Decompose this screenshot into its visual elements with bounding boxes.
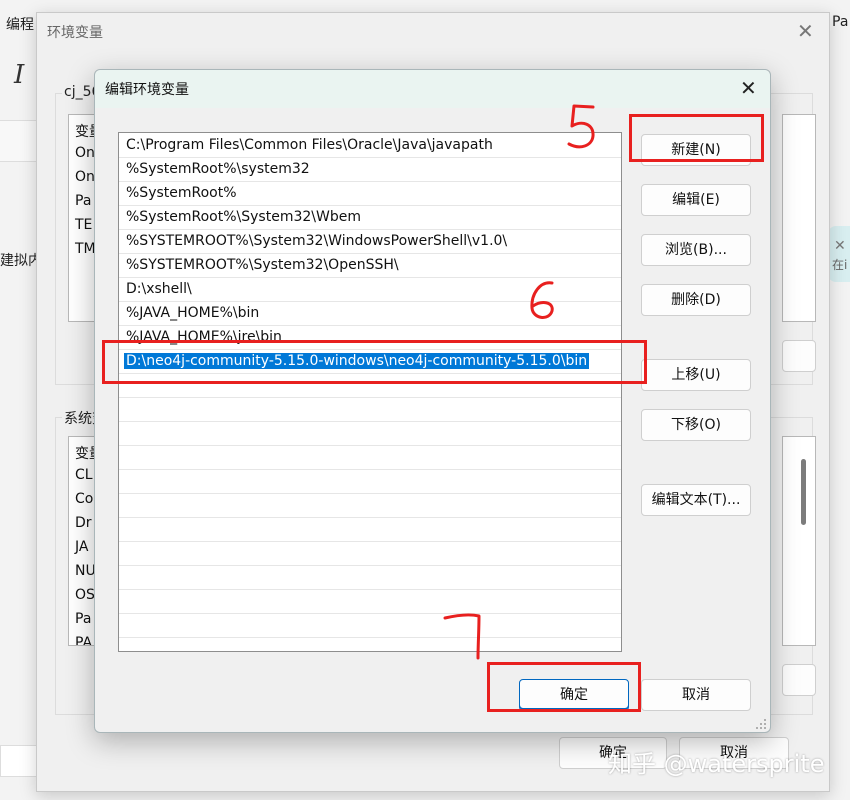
path-text: %SystemRoot%\system32 — [126, 161, 310, 177]
highlight-new-path — [102, 340, 647, 384]
background-field — [0, 745, 38, 777]
close-icon: ✕ — [834, 238, 846, 254]
delete-button[interactable]: 删除(D) — [641, 284, 751, 316]
path-row[interactable]: %SYSTEMROOT%\System32\WindowsPowerShell\… — [119, 230, 621, 254]
path-row[interactable] — [119, 566, 621, 590]
list-scroll-area[interactable] — [782, 436, 816, 646]
path-row[interactable] — [119, 518, 621, 542]
path-row[interactable] — [119, 398, 621, 422]
list-scroll-area[interactable] — [782, 114, 816, 322]
path-row[interactable]: %SystemRoot% — [119, 182, 621, 206]
list-item[interactable]: TE — [75, 217, 92, 233]
window-title: 环境变量 — [47, 25, 103, 41]
notification-text: 在i — [832, 258, 848, 272]
list-item[interactable]: Co — [75, 491, 93, 507]
list-item[interactable]: PA — [75, 635, 92, 645]
path-row[interactable] — [119, 422, 621, 446]
background-right-text: Pa — [832, 14, 849, 30]
list-item[interactable]: Pa — [75, 193, 91, 209]
list-item[interactable]: OS — [75, 587, 95, 603]
browse-button[interactable]: 浏览(B)... — [641, 234, 751, 266]
path-row[interactable] — [119, 614, 621, 638]
resize-grip-icon[interactable] — [755, 718, 767, 730]
path-text: %SYSTEMROOT%\System32\WindowsPowerShell\… — [126, 233, 508, 249]
list-item[interactable]: Pa — [75, 611, 91, 627]
move-down-button[interactable]: 下移(O) — [641, 409, 751, 441]
move-up-button[interactable]: 上移(U) — [641, 359, 751, 391]
cancel-button[interactable]: 取消 — [641, 679, 751, 711]
path-text: C:\Program Files\Common Files\Oracle\Jav… — [126, 137, 493, 153]
list-item[interactable]: On — [75, 145, 95, 161]
path-text: %JAVA_HOME%\bin — [126, 305, 260, 321]
edit-environment-variable-dialog: 编辑环境变量 ✕ C:\Program Files\Common Files\O… — [94, 69, 771, 733]
path-row[interactable] — [119, 494, 621, 518]
path-row[interactable] — [119, 542, 621, 566]
text-cursor-icon: I — [14, 60, 25, 90]
list-item[interactable]: Dr — [75, 515, 92, 531]
user-action-button[interactable] — [782, 340, 816, 372]
path-text: %SYSTEMROOT%\System32\OpenSSH\ — [126, 257, 399, 273]
edit-text-button[interactable]: 编辑文本(T)... — [641, 484, 751, 516]
path-row[interactable] — [119, 590, 621, 614]
highlight-ok-button — [487, 662, 641, 712]
list-item[interactable]: NU — [75, 563, 96, 579]
highlight-new-button — [629, 114, 764, 162]
watermark: 知乎 @watersprite — [608, 750, 825, 778]
path-row[interactable]: %SystemRoot%\system32 — [119, 158, 621, 182]
list-item[interactable]: TM — [75, 241, 96, 257]
path-row[interactable]: C:\Program Files\Common Files\Oracle\Jav… — [119, 134, 621, 158]
close-icon[interactable]: ✕ — [740, 76, 757, 100]
path-row[interactable]: %SystemRoot%\System32\Wbem — [119, 206, 621, 230]
path-text: %SystemRoot% — [126, 185, 237, 201]
scrollbar-thumb[interactable] — [801, 459, 806, 525]
list-item[interactable]: JA — [75, 539, 88, 555]
edit-button[interactable]: 编辑(E) — [641, 184, 751, 216]
path-row[interactable]: %SYSTEMROOT%\System32\OpenSSH\ — [119, 254, 621, 278]
dialog-title: 编辑环境变量 — [105, 82, 189, 98]
annotation-step-6 — [530, 281, 554, 319]
system-action-button[interactable] — [782, 664, 816, 696]
list-item[interactable]: On — [75, 169, 95, 185]
dialog-titlebar[interactable] — [95, 70, 770, 108]
background-app-label: 编程 — [6, 17, 34, 33]
path-text: D:\xshell\ — [126, 281, 192, 297]
path-text: %SystemRoot%\System32\Wbem — [126, 209, 361, 225]
annotation-step-5 — [567, 104, 595, 149]
path-row[interactable] — [119, 446, 621, 470]
path-list[interactable]: C:\Program Files\Common Files\Oracle\Jav… — [118, 132, 622, 652]
path-row[interactable] — [119, 638, 621, 651]
close-icon[interactable]: ✕ — [797, 19, 814, 43]
annotation-step-7 — [443, 613, 481, 660]
background-panel — [0, 120, 36, 162]
background-notification: ✕ 在i — [828, 226, 850, 282]
path-row[interactable] — [119, 470, 621, 494]
list-item[interactable]: CL — [75, 467, 93, 483]
